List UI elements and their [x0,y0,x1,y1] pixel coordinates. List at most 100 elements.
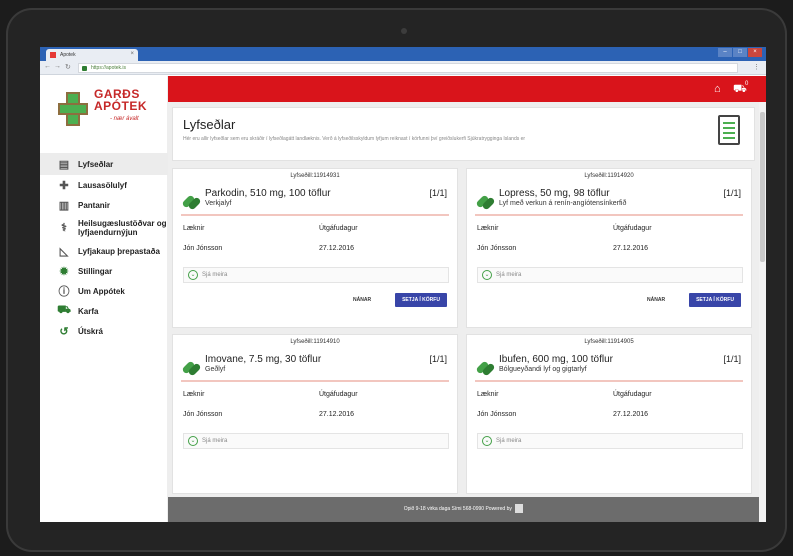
camera-dot [401,28,407,34]
prescription-number: Lyfseðill:11914910 [290,339,340,345]
url-text: https://apotek.is [91,65,127,71]
cart-icon: ⛟ [57,304,71,316]
footer-text: Opið 9-18 virka daga Sími 568-0990 Power… [403,506,512,512]
issued-date: 27.12.2016 [319,411,355,418]
logout-icon: ↺ [59,325,69,338]
drug-type: Verkjalyf [205,200,232,207]
sidebar-item-otc[interactable]: ✚ Lausasölulyf [40,175,168,195]
close-window-button[interactable]: × [748,48,762,57]
doctor-name: Jón Jónsson [183,411,223,418]
drug-name: Parkodin, 510 mg, 100 töflur [205,188,331,199]
logo-name: GARÐS APÓTEK [94,87,148,113]
prescription-card: Lyfseðill:11914920 Lopress, 50 mg, 98 tö… [466,168,752,328]
health-center-icon: ⚕ [61,221,67,234]
refill-count: [1/1] [429,188,447,198]
issued-label: Útgáfudagur [613,391,652,398]
sidebar-item-prescriptions[interactable]: ▤ Lyfseðlar [40,153,168,175]
home-icon[interactable]: ⌂ [714,83,721,95]
chevron-down-icon: ⌄ [188,270,198,280]
back-arrow-icon[interactable]: ← [44,63,51,70]
prescription-card: Lyfseðill:11914910 Imovane, 7.5 mg, 30 t… [172,334,458,494]
doctor-name: Jón Jónsson [477,411,517,418]
prescription-card: Lyfseðill:11914905 Ibufen, 600 mg, 100 t… [466,334,752,494]
see-more-toggle[interactable]: ⌄ Sjá meira [183,433,449,449]
issued-label: Útgáfudagur [319,225,358,232]
settings-icon: ✹ [59,265,69,278]
details-button[interactable]: NÁNAR [353,297,371,303]
page-description: Hér eru allir lyfseðlar sem eru skráðir … [183,136,526,142]
main-content: Lyfseðlar Hér eru allir lyfseðlar sem er… [168,102,766,522]
forward-arrow-icon[interactable]: → [54,63,61,70]
sidebar-item-logout[interactable]: ↺ Útskrá [40,321,168,341]
refill-count: [1/1] [723,188,741,198]
sidebar-item-settings[interactable]: ✹ Stillingar [40,261,168,281]
page-header-card: Lyfseðlar Hér eru allir lyfseðlar sem er… [172,107,755,161]
issued-label: Útgáfudagur [319,391,358,398]
sidebar-item-orders[interactable]: ▥ Pantanir [40,195,168,215]
drug-type: Lyf með verkun á renín-angíótensínkerfið [499,200,627,207]
sidebar-item-health-centers[interactable]: ⚕ Heilsugæslustöðvar og lyfjaendurnýjun [40,215,168,241]
drug-type: Bólgueyðandi lyf og gigtarlyf [499,366,587,373]
drug-type: Geðlyf [205,366,226,373]
add-to-cart-button[interactable]: SETJA Í KÖRFU [395,293,447,307]
info-icon: ⓘ [58,286,70,298]
url-input[interactable]: https://apotek.is [78,63,738,73]
sidebar: GARÐS APÓTEK - nær ávalt ▤ Lyfseðlar ✚ L… [40,76,168,522]
maximize-button[interactable]: □ [733,48,747,57]
tablet-frame: Apotek × – □ × ← → ↻ https://apotek.is ⋮ [6,8,787,552]
see-more-toggle[interactable]: ⌄ Sjá meira [477,267,743,283]
sidebar-item-purchase-level[interactable]: ◺ Lyfjakaup þrepastaða [40,241,168,261]
doctor-label: Læknir [183,225,205,232]
chevron-down-icon: ⌄ [188,436,198,446]
doctor-name: Jón Jónsson [183,245,223,252]
doctor-label: Læknir [183,391,205,398]
doctor-label: Læknir [477,391,499,398]
browser-tab[interactable]: Apotek × [46,49,138,61]
see-more-toggle[interactable]: ⌄ Sjá meira [477,433,743,449]
divider [181,380,449,382]
orders-icon: ▥ [58,199,70,212]
header-bar: ⌂ ⛟ 0 [168,76,766,102]
pill-icon [475,359,496,377]
sidebar-menu: ▤ Lyfseðlar ✚ Lausasölulyf ▥ Pantanir ⚕ … [40,153,168,341]
refill-count: [1/1] [723,354,741,364]
favicon-icon [50,52,56,58]
page-title: Lyfseðlar [183,117,236,132]
reload-icon[interactable]: ↻ [65,63,71,71]
tab-close-icon[interactable]: × [130,51,134,57]
powered-by-logo-icon[interactable] [515,504,524,514]
minimize-button[interactable]: – [718,48,732,57]
title-bar: Apotek × – □ × [40,47,766,61]
see-more-toggle[interactable]: ⌄ Sjá meira [183,267,449,283]
browser-window: Apotek × – □ × ← → ↻ https://apotek.is ⋮ [40,47,766,522]
scrollbar[interactable] [759,102,766,522]
issued-date: 27.12.2016 [319,245,355,252]
pill-icon [181,193,202,211]
window-controls: – □ × [718,48,762,57]
divider [475,214,743,216]
doctor-name: Jón Jónsson [477,245,517,252]
scroll-thumb[interactable] [760,112,765,262]
issued-date: 27.12.2016 [613,245,649,252]
prescription-number: Lyfseðill:11914920 [584,173,634,179]
cart-count-badge: 0 [745,81,749,87]
lock-icon [82,66,87,71]
brand-logo[interactable]: GARÐS APÓTEK - nær ávalt [58,86,156,128]
divider [475,380,743,382]
drug-name: Lopress, 50 mg, 98 töflur [499,188,610,199]
prescription-document-icon [718,115,740,145]
footer-bar: Opið 9-18 virka daga Sími 568-0990 Power… [168,497,759,522]
drug-name: Ibufen, 600 mg, 100 töflur [499,354,613,365]
drug-name: Imovane, 7.5 mg, 30 töflur [205,354,322,365]
chevron-down-icon: ⌄ [482,436,492,446]
doctor-label: Læknir [477,225,499,232]
issued-date: 27.12.2016 [613,411,649,418]
pill-icon [475,193,496,211]
browser-menu-icon[interactable]: ⋮ [753,63,760,71]
add-to-cart-button[interactable]: SETJA Í KÖRFU [689,293,741,307]
details-button[interactable]: NÁNAR [647,297,665,303]
divider [181,214,449,216]
issued-label: Útgáfudagur [613,225,652,232]
sidebar-item-cart[interactable]: ⛟ Karfa [40,301,168,321]
sidebar-item-about[interactable]: ⓘ Um Appótek [40,281,168,301]
